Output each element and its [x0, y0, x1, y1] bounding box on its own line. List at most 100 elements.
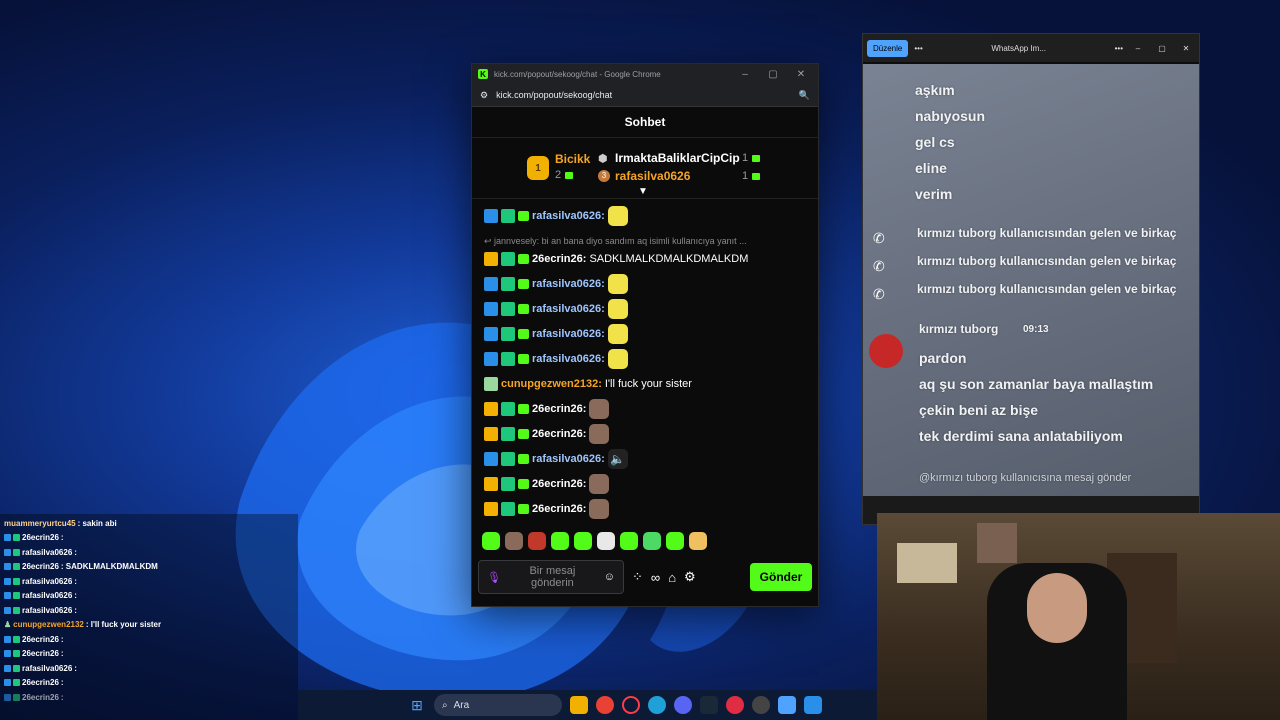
chat-message: 26ecrin26:: [484, 498, 610, 520]
silver-medal-icon: ⬢: [598, 153, 608, 165]
leader-third-name[interactable]: rafasilva0626: [615, 169, 690, 183]
search-icon: ⌕: [442, 699, 448, 711]
username[interactable]: rafasilva0626:: [532, 353, 605, 365]
address-bar[interactable]: ⚙ kick.com/popout/sekoog/chat 🔍: [472, 84, 818, 107]
overlay-message: rafasilva0626:: [4, 577, 77, 586]
reply-icon: ↩: [484, 236, 495, 246]
moderator-badge-icon: [484, 277, 498, 291]
emote-icon[interactable]: [505, 532, 523, 550]
microphone-icon[interactable]: 🎙: [487, 571, 501, 584]
username[interactable]: rafasilva0626:: [532, 328, 605, 340]
leader-first-name[interactable]: Bicikk: [555, 152, 590, 166]
more-options-icon[interactable]: •••: [914, 44, 922, 53]
whatsapp-image-window: Düzenle ••• WhatsApp Im... ••• – ▢ ✕ aşk…: [862, 33, 1200, 525]
username[interactable]: 26ecrin26:: [532, 253, 586, 265]
emote-icon[interactable]: [551, 532, 569, 550]
emote-icon[interactable]: [528, 532, 546, 550]
message-text: I'll fuck your sister: [604, 378, 692, 390]
wall-frame: [977, 523, 1017, 563]
vip-badge-icon: [501, 209, 515, 223]
webcam-feed: [877, 513, 1280, 720]
photo-message: çekin beni az bişe: [919, 402, 1039, 418]
leader-first-count: 2: [555, 169, 574, 181]
username[interactable]: 26ecrin26:: [532, 503, 586, 515]
quick-emote-bar: [482, 532, 707, 550]
username[interactable]: 26ecrin26:: [532, 403, 586, 415]
discord-icon[interactable]: [674, 696, 692, 714]
username[interactable]: rafasilva0626:: [532, 303, 605, 315]
media-player-icon[interactable]: [726, 696, 744, 714]
expand-chevron-icon[interactable]: ▼: [638, 186, 648, 197]
leader-third-count: 1: [742, 170, 761, 182]
chat-message: 26ecrin26:: [484, 423, 610, 445]
minimize-button[interactable]: –: [1129, 44, 1147, 53]
maximize-button[interactable]: ▢: [1153, 44, 1171, 53]
chat-photo: aşkım nabıyosun gel cs eline verim ✆ kır…: [863, 64, 1199, 496]
file-explorer-icon[interactable]: [570, 696, 588, 714]
taskbar-search[interactable]: ⌕ Ara: [434, 694, 562, 716]
gift-icon: [752, 154, 761, 162]
crown-badge-icon: [484, 252, 498, 266]
edge-icon[interactable]: [648, 696, 666, 714]
chat-message: 26ecrin26:: [484, 398, 610, 420]
username[interactable]: 26ecrin26:: [532, 478, 586, 490]
overlay-message: rafasilva0626:: [4, 606, 77, 615]
zoom-icon[interactable]: 🔍: [799, 90, 810, 101]
maximize-button[interactable]: ▢: [762, 69, 784, 80]
vip-badge-icon: [501, 502, 515, 516]
username[interactable]: rafasilva0626:: [532, 210, 605, 222]
emote-icon[interactable]: [482, 532, 500, 550]
more-options-icon[interactable]: •••: [1115, 44, 1123, 53]
chat-message: rafasilva0626:: [484, 298, 628, 320]
emote-icon[interactable]: [689, 532, 707, 550]
photo-message: aq şu son zamanlar baya mallaştım: [919, 376, 1154, 392]
url-text: kick.com/popout/sekoog/chat: [496, 90, 613, 100]
site-settings-icon[interactable]: ⚙: [480, 90, 488, 101]
message-placeholder: Bir mesaj gönderin: [529, 565, 576, 589]
leader-second-name[interactable]: IrmaktaBaliklarCipCip: [615, 151, 740, 165]
store-icon[interactable]: ⌂: [668, 570, 676, 585]
emote-icon[interactable]: [666, 532, 684, 550]
reply-context[interactable]: ↩ jannvesely: bi an bana diyo sandım aq …: [484, 236, 747, 247]
username[interactable]: 26ecrin26:: [532, 428, 586, 440]
avatar: [869, 334, 903, 368]
settings-gear-icon[interactable]: ⚙: [684, 569, 696, 585]
chat-composer: 🎙 Bir mesaj gönderin ☺ ⁘ ∞ ⌂ ⚙ Gönder: [478, 559, 812, 595]
username[interactable]: rafasilva0626:: [532, 278, 605, 290]
leader-second-count: 1: [742, 152, 761, 164]
emote-icon[interactable]: [597, 532, 615, 550]
minimize-button[interactable]: –: [734, 69, 756, 80]
streamer-face: [1027, 573, 1087, 643]
chrome-icon[interactable]: [596, 696, 614, 714]
message-input[interactable]: 🎙 Bir mesaj gönderin ☺: [478, 560, 624, 594]
edit-button[interactable]: Düzenle: [867, 39, 909, 57]
notepad-icon[interactable]: [778, 696, 796, 714]
vip-badge-icon: [501, 252, 515, 266]
overlay-message: 26ecrin26:: [4, 693, 64, 702]
chat-messages: rafasilva0626: ↩ jannvesely: bi an bana …: [472, 202, 818, 522]
username[interactable]: cunupgezwen2132:: [501, 378, 602, 390]
emote-icon[interactable]: [574, 532, 592, 550]
username[interactable]: rafasilva0626:: [532, 453, 605, 465]
infinity-icon[interactable]: ∞: [651, 570, 660, 585]
windows-start-icon[interactable]: ⊞: [408, 696, 426, 714]
message-text: SADKLMALKDMALKDMALKDM: [589, 253, 749, 265]
call-notice: kırmızı tuborg kullanıcısından gelen ve …: [917, 226, 1177, 240]
app-icon[interactable]: [752, 696, 770, 714]
opera-icon[interactable]: [622, 696, 640, 714]
subscriber-badge-icon: [518, 504, 529, 514]
close-button[interactable]: ✕: [1177, 44, 1195, 53]
overlay-message: ♟ cunupgezwen2132: I'll fuck your sister: [4, 620, 162, 629]
send-button[interactable]: Gönder: [750, 563, 812, 591]
steam-icon[interactable]: [700, 696, 718, 714]
og-badge-icon: [484, 377, 498, 391]
kicks-icon[interactable]: ⁘: [632, 569, 643, 585]
emoji-icon[interactable]: ☺: [604, 571, 615, 583]
emote-icon[interactable]: [643, 532, 661, 550]
app-icon[interactable]: [804, 696, 822, 714]
emote-icon[interactable]: [620, 532, 638, 550]
subscriber-badge-icon: [518, 454, 529, 464]
close-button[interactable]: ✕: [790, 69, 812, 80]
missed-call-icon: ✆: [873, 230, 885, 246]
overlay-message: 26ecrin26: SADKLMALKDMALKDM: [4, 562, 158, 571]
